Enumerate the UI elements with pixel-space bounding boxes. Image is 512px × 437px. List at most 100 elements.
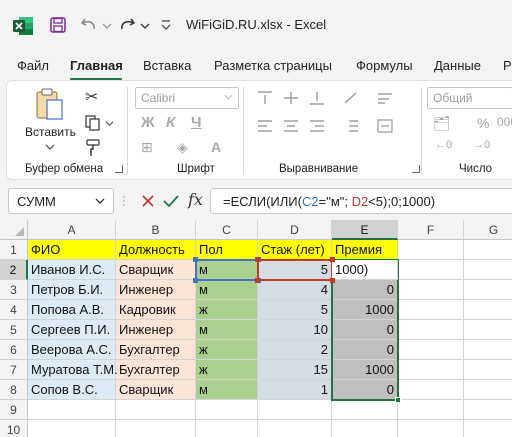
data-cell-position[interactable]: Бухгалтер bbox=[116, 340, 196, 360]
cell-f2[interactable] bbox=[398, 260, 464, 280]
data-cell-bonus[interactable]: 0 bbox=[332, 320, 398, 340]
reference-handle[interactable] bbox=[193, 278, 198, 283]
row-header-8[interactable]: 8 bbox=[0, 380, 28, 400]
column-header-d[interactable]: D bbox=[258, 220, 332, 240]
column-header-e[interactable]: E bbox=[332, 220, 398, 240]
italic-icon[interactable]: К bbox=[166, 114, 175, 131]
align-middle-icon[interactable] bbox=[283, 91, 299, 105]
cell-a9[interactable] bbox=[28, 400, 116, 420]
tab-page-layout[interactable]: Разметка страницы bbox=[214, 58, 332, 73]
cell-g5[interactable] bbox=[464, 320, 512, 340]
data-cell-fio[interactable]: Сопов В.С. bbox=[28, 380, 116, 400]
data-cell-experience[interactable]: 15 bbox=[258, 360, 332, 380]
data-cell-experience[interactable]: 5 bbox=[258, 300, 332, 320]
data-cell-bonus[interactable]: 0 bbox=[332, 380, 398, 400]
number-format-combo[interactable]: Общий bbox=[427, 87, 512, 109]
data-cell-experience[interactable]: 2 bbox=[258, 340, 332, 360]
cell-g2[interactable] bbox=[464, 260, 512, 280]
cell-g4[interactable] bbox=[464, 300, 512, 320]
data-cell-fio[interactable]: Попова А.В. bbox=[28, 300, 116, 320]
insert-function-icon[interactable]: fx bbox=[188, 190, 203, 209]
alignment-launcher-icon[interactable] bbox=[412, 165, 420, 173]
data-cell-gender[interactable]: ж bbox=[196, 340, 258, 360]
copy-icon[interactable] bbox=[85, 115, 101, 131]
cell-f1[interactable] bbox=[398, 240, 464, 260]
data-cell-bonus[interactable]: 0 bbox=[332, 340, 398, 360]
cell-a10[interactable] bbox=[28, 420, 116, 437]
increase-decimal-icon[interactable]: ←0 bbox=[435, 139, 452, 151]
cell-f7[interactable] bbox=[398, 360, 464, 380]
data-cell-experience[interactable]: 10 bbox=[258, 320, 332, 340]
bold-icon[interactable]: Ж bbox=[141, 114, 155, 131]
formula-input[interactable]: =ЕСЛИ(ИЛИ(C2="м"; D2<5);0;1000) bbox=[210, 188, 512, 214]
tab-file[interactable]: Файл bbox=[17, 58, 49, 73]
data-cell-position[interactable]: Бухгалтер bbox=[116, 360, 196, 380]
data-cell-gender[interactable]: ж bbox=[196, 300, 258, 320]
decrease-decimal-icon[interactable]: →0 bbox=[473, 139, 490, 151]
cell-f5[interactable] bbox=[398, 320, 464, 340]
cell-g8[interactable] bbox=[464, 380, 512, 400]
header-cell-bonus[interactable]: Премия bbox=[332, 240, 398, 260]
column-header-g[interactable]: G bbox=[464, 220, 512, 240]
cell-g7[interactable] bbox=[464, 360, 512, 380]
row-header-2[interactable]: 2 bbox=[0, 260, 28, 280]
cell-b10[interactable] bbox=[116, 420, 196, 437]
fill-handle[interactable] bbox=[395, 397, 401, 403]
merge-cells-icon[interactable] bbox=[377, 119, 393, 133]
cell-f3[interactable] bbox=[398, 280, 464, 300]
data-cell-gender[interactable]: м bbox=[196, 280, 258, 300]
redo-dropdown-icon[interactable] bbox=[140, 22, 150, 30]
data-cell-position[interactable]: Сварщик bbox=[116, 380, 196, 400]
data-cell-position[interactable]: Сварщик bbox=[116, 260, 196, 280]
cell-f6[interactable] bbox=[398, 340, 464, 360]
reference-handle[interactable] bbox=[193, 257, 198, 262]
cell-f10[interactable] bbox=[398, 420, 464, 437]
clipboard-launcher-icon[interactable] bbox=[115, 165, 123, 173]
row-header-4[interactable]: 4 bbox=[0, 300, 28, 320]
align-left-icon[interactable] bbox=[257, 119, 273, 133]
row-header-6[interactable]: 6 bbox=[0, 340, 28, 360]
row-header-9[interactable]: 9 bbox=[0, 400, 28, 420]
paste-label[interactable]: Вставить bbox=[25, 125, 76, 139]
header-cell-fio[interactable]: ФИО bbox=[28, 240, 116, 260]
data-cell-fio[interactable]: Сергеев П.И. bbox=[28, 320, 116, 340]
cell-d9[interactable] bbox=[258, 400, 332, 420]
worksheet-grid[interactable]: A B C D E F G 1 ФИО Должность Пол Стаж (лет) Премия 2… bbox=[0, 220, 512, 437]
header-cell-gender[interactable]: Пол bbox=[196, 240, 258, 260]
align-bottom-icon[interactable] bbox=[309, 91, 325, 105]
paste-dropdown-icon[interactable] bbox=[45, 143, 55, 151]
data-cell-bonus[interactable]: 1000) bbox=[332, 260, 398, 280]
align-top-icon[interactable] bbox=[257, 91, 273, 105]
data-cell-position[interactable]: Инженер bbox=[116, 280, 196, 300]
cell-g3[interactable] bbox=[464, 280, 512, 300]
cell-g10[interactable] bbox=[464, 420, 512, 437]
reference-handle[interactable] bbox=[255, 257, 260, 262]
cell-c10[interactable] bbox=[196, 420, 258, 437]
tab-home[interactable]: Главная bbox=[70, 58, 123, 73]
cell-f4[interactable] bbox=[398, 300, 464, 320]
currency-format-icon[interactable]: 🗂 bbox=[433, 115, 451, 132]
column-header-c[interactable]: C bbox=[196, 220, 258, 240]
data-cell-fio[interactable]: Веерова А.С. bbox=[28, 340, 116, 360]
reference-handle[interactable] bbox=[330, 278, 335, 283]
customize-toolbar-icon[interactable] bbox=[160, 19, 172, 31]
copy-dropdown-icon[interactable] bbox=[105, 120, 114, 127]
font-color-icon[interactable]: A bbox=[211, 139, 221, 155]
font-name-combo[interactable]: Calibri bbox=[135, 87, 239, 109]
column-header-b[interactable]: B bbox=[116, 220, 196, 240]
reference-handle[interactable] bbox=[330, 257, 335, 262]
data-cell-bonus[interactable]: 1000 bbox=[332, 360, 398, 380]
data-cell-bonus[interactable]: 0 bbox=[332, 280, 398, 300]
data-cell-gender[interactable]: ж bbox=[196, 360, 258, 380]
orientation-icon[interactable] bbox=[343, 91, 359, 105]
undo-dropdown-icon[interactable] bbox=[102, 22, 112, 30]
thousands-separator-icon[interactable]: 000 bbox=[497, 115, 512, 129]
cell-e10[interactable] bbox=[332, 420, 398, 437]
cancel-entry-icon[interactable] bbox=[140, 193, 156, 209]
tab-review[interactable]: Р bbox=[503, 58, 512, 73]
save-icon[interactable] bbox=[50, 17, 66, 33]
indent-icon[interactable] bbox=[343, 119, 359, 133]
data-cell-bonus[interactable]: 1000 bbox=[332, 300, 398, 320]
borders-icon[interactable]: ⊞ bbox=[141, 139, 153, 156]
name-box[interactable]: СУММ bbox=[8, 188, 114, 214]
